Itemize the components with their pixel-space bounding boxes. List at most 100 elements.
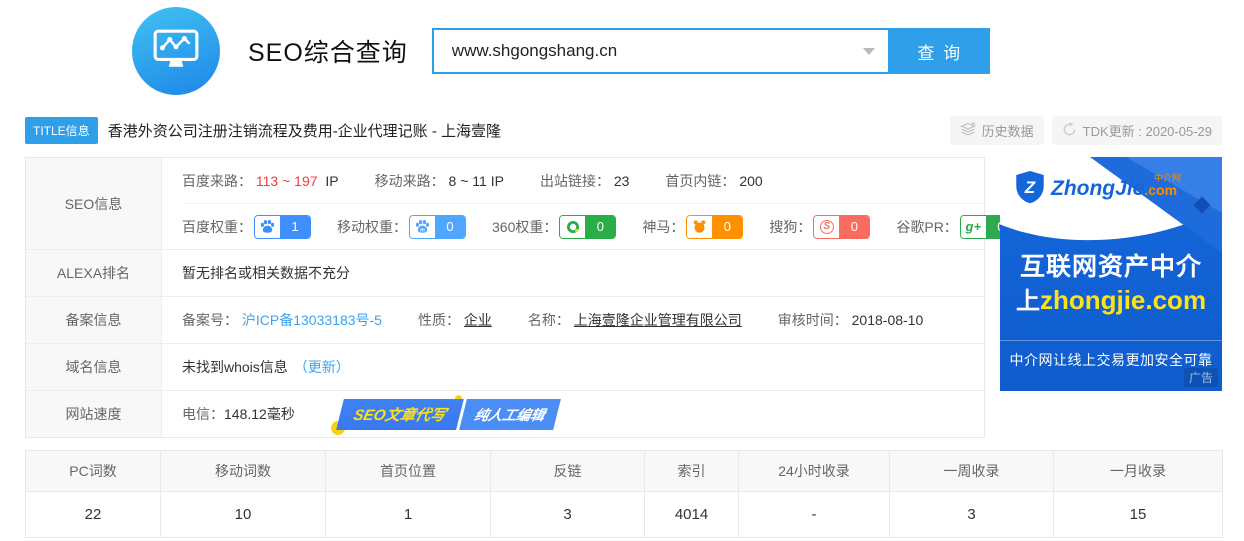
outbound-links-stat: 出站链接： 23 [539,172,630,189]
sogou-s-icon: S [814,215,840,238]
summary-col-header: 移动词数 [160,450,326,492]
summary-col-header: 索引 [644,450,739,492]
baidu-traffic-stat: 百度来路： 113 ~ 197 IP [182,172,339,189]
summary-value: 4014 [644,491,739,538]
whois-update-link[interactable]: （更新） [294,357,350,377]
summary-table: PC词数 移动词数 首页位置 反链 索引 24小时收录 一周收录 一月收录 22… [25,450,1223,538]
shenma-weight-stat: 神马： 0 [642,214,744,239]
tdk-update-label: TDK更新 : 2020-05-29 [1082,124,1212,139]
brand-name: ZhongJie [1051,176,1145,200]
summary-value: 3 [490,491,645,538]
beian-nature-stat: 性质： 企业 [417,312,492,328]
row-label: 域名信息 [26,344,162,390]
seo-weight-row: 百度权重： 1 移动权重： m 0 360权重： 0 神马： 0 搜狗： S 0… [182,204,1017,249]
page-title: SEO综合查询 [248,39,408,67]
seo-traffic-row: 百度来路： 113 ~ 197 IP 移动来路： 8 ~ 11 IP 出站链接：… [182,158,984,204]
row-domain: 域名信息 未找到whois信息 （更新） [26,344,984,391]
ad-banner[interactable]: Z ZhongJie.com 中介网 互联网资产中介 上zhongjie.com… [1000,157,1222,391]
summary-value: 22 [25,491,161,538]
beian-nature-link[interactable]: 企业 [464,312,492,328]
summary-col-header: 反链 [490,450,645,492]
row-speed: 网站速度 电信： 148.12毫秒 SEO文章代写 纯人工编辑 [26,391,984,437]
beian-name-stat: 名称： 上海壹隆企业管理有限公司 [527,312,742,328]
summary-value: 15 [1053,491,1223,538]
zhongjie-logo: Z ZhongJie.com 中介网 [1014,170,1181,207]
speed-carrier-label: 电信： [182,406,224,422]
row-beian: 备案信息 备案号： 沪ICP备13033183号-5 性质： 企业 名称： 上海… [26,297,984,344]
weight-360-badge[interactable]: 0 [559,214,617,239]
svg-text:Z: Z [1024,178,1036,197]
360-ring-icon [560,215,586,238]
speed-value: 148.12毫秒 [224,406,295,422]
search-bar: 查 询 [431,28,990,74]
summary-col-header: PC词数 [25,450,161,492]
summary-col-header: 一月收录 [1053,450,1223,492]
mobile-weight-badge[interactable]: m 0 [409,214,466,239]
history-data-button[interactable]: 历史数据 [949,116,1044,145]
seo-info-table: SEO信息 百度来路： 113 ~ 197 IP 移动来路： 8 ~ 11 IP… [25,157,1017,438]
sogou-weight-badge[interactable]: S 0 [813,214,871,239]
shenma-weight-badge[interactable]: 0 [686,214,744,239]
site-logo[interactable] [132,7,220,95]
summary-header-row: PC词数 移动词数 首页位置 反链 索引 24小时收录 一周收录 一月收录 [25,450,1223,492]
google-plus-icon: g+ [960,215,986,238]
search-input[interactable] [433,30,888,72]
mobile-weight-stat: 移动权重： m 0 [337,214,466,239]
weight-360-stat: 360权重： 0 [492,214,617,239]
shield-icon: Z [1014,170,1046,207]
title-actions: 历史数据 TDK更新 : 2020-05-29 [949,116,1222,145]
ad-label: 广告 [1183,368,1218,387]
svg-text:m: m [420,228,425,234]
row-label: 网站速度 [26,391,162,437]
whois-text: 未找到whois信息 [182,359,288,375]
page-header: SEO综合查询 查 询 [0,0,1244,102]
summary-col-header: 24小时收录 [738,450,890,492]
tdk-update-button[interactable]: TDK更新 : 2020-05-29 [1051,116,1222,145]
history-data-label: 历史数据 [981,124,1034,139]
summary-col-header: 一周收录 [889,450,1054,492]
chevron-down-icon[interactable] [862,48,875,55]
baidu-mobile-paw-icon: m [410,215,435,238]
ad-headline: 互联网资产中介 [1019,253,1202,281]
beian-company-link[interactable]: 上海壹隆企业管理有限公司 [574,312,742,328]
baidu-weight-badge[interactable]: 1 [254,214,311,239]
summary-value: 1 [325,491,491,538]
row-alexa: ALEXA排名 暂无排名或相关数据不充分 [26,250,984,297]
main-content: SEO信息 百度来路： 113 ~ 197 IP 移动来路： 8 ~ 11 IP… [25,157,1222,438]
refresh-icon [1062,121,1077,140]
inline-ad-ribbon[interactable]: SEO文章代写 纯人工编辑 [330,394,561,435]
ad-ribbon-seg2: 纯人工编辑 [455,398,561,430]
sogou-weight-stat: 搜狗： S 0 [769,214,871,239]
ad-slogan: 中介网让线上交易更加安全可靠 [1009,352,1213,368]
title-bar: TITLE信息 香港外资公司注册注销流程及费用-企业代理记账 - 上海壹隆 历史… [25,116,1222,145]
monitor-chart-icon [152,27,200,76]
google-pr-stat: 谷歌PR： g+ 0 [896,214,1017,239]
row-label: ALEXA排名 [26,250,162,296]
row-label: 备案信息 [26,297,162,343]
ad-domain-line: 上zhongjie.com [1015,285,1207,315]
summary-col-header: 首页位置 [325,450,491,492]
beian-number-link[interactable]: 沪ICP备13033183号-5 [242,312,382,328]
search-button[interactable]: 查 询 [889,28,990,74]
brand-cn-tag: 中介网 [1154,172,1182,183]
site-title-text: 香港外资公司注册注销流程及费用-企业代理记账 - 上海壹隆 [107,123,502,140]
mobile-traffic-stat: 移动来路： 8 ~ 11 IP [374,172,504,189]
summary-value: 3 [889,491,1054,538]
ad-divider [1000,340,1222,341]
title-badge: TITLE信息 [25,117,98,144]
summary-value: - [738,491,890,538]
shenma-icon [687,215,713,238]
row-seo-info: SEO信息 百度来路： 113 ~ 197 IP 移动来路： 8 ~ 11 IP… [26,158,1017,250]
summary-value: 10 [160,491,326,538]
search-input-wrap [431,28,890,74]
baidu-weight-stat: 百度权重： 1 [182,214,311,239]
baidu-paw-icon [255,215,280,238]
row-label: SEO信息 [26,158,162,249]
alexa-text: 暂无排名或相关数据不充分 [182,265,350,281]
summary-value-row: 22 10 1 3 4014 - 3 15 [25,491,1223,538]
ad-ribbon-seg1: SEO文章代写 [335,398,464,430]
beian-number-stat: 备案号： 沪ICP备13033183号-5 [182,312,382,328]
brand-suffix: .com [1144,181,1178,198]
homepage-internal-links-stat: 首页内链： 200 [665,172,763,189]
beian-audit-stat: 审核时间： 2018-08-10 [777,312,924,328]
